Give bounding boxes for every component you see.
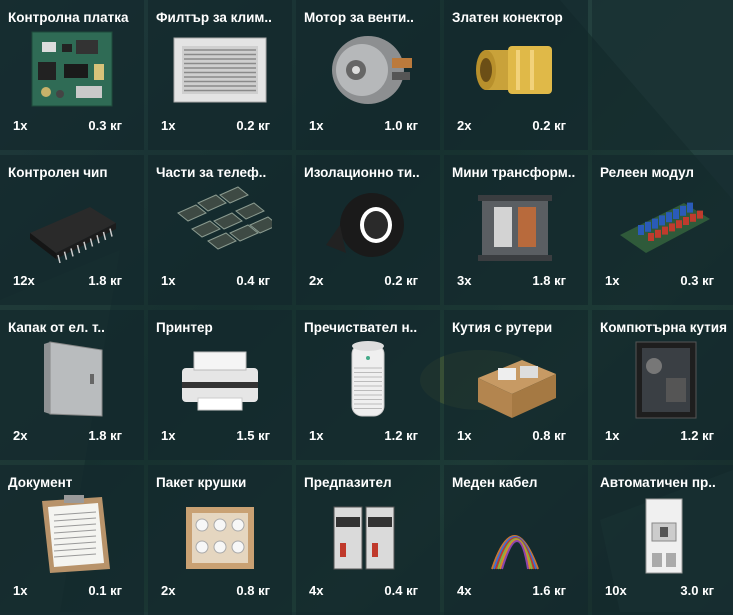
printer-icon	[168, 338, 272, 420]
item-name: Принтер	[156, 320, 213, 335]
item-quantity: 2x	[13, 428, 28, 443]
item-name: Документ	[8, 475, 73, 490]
inventory-slot-empty[interactable]	[592, 0, 733, 150]
item-name: Контролна платка	[8, 10, 129, 25]
item-quantity: 1x	[13, 118, 28, 133]
inventory-slot[interactable]: Мини трансформ.. 3x 1.8 кг	[444, 155, 588, 305]
item-quantity: 1x	[309, 428, 324, 443]
transformer-icon	[464, 183, 568, 265]
item-weight: 3.0 кг	[680, 583, 714, 598]
item-name: Мини трансформ..	[452, 165, 576, 180]
inventory-slot[interactable]: Релеен модул 1x 0.3 кг	[592, 155, 733, 305]
inventory-slot[interactable]: Принтер 1x 1.5 кг	[148, 310, 292, 460]
item-name: Части за телеф..	[156, 165, 267, 180]
inventory-slot[interactable]: Изолационно ти.. 2x 0.2 кг	[296, 155, 440, 305]
inventory-grid: Контролна платка 1x 0.3 кг Филтър за клим…	[0, 0, 733, 615]
item-name: Капак от ел. т..	[8, 320, 105, 335]
inventory-slot[interactable]: Златен конектор 2x 0.2 кг	[444, 0, 588, 150]
item-name: Релеен модул	[600, 165, 695, 180]
item-name: Пакет крушки	[156, 475, 247, 490]
chip-icon	[20, 183, 124, 265]
tape-roll-icon	[316, 183, 420, 265]
item-weight: 0.3 кг	[680, 273, 714, 288]
item-name: Кутия с рутери	[452, 320, 553, 335]
item-weight: 1.8 кг	[532, 273, 566, 288]
item-weight: 1.2 кг	[384, 428, 418, 443]
inventory-slot[interactable]: Капак от ел. т.. 2x 1.8 кг	[0, 310, 144, 460]
item-name: Златен конектор	[452, 10, 563, 25]
item-name: Мотор за венти..	[304, 10, 414, 25]
item-name: Меден кабел	[452, 475, 538, 490]
item-weight: 1.6 кг	[532, 583, 566, 598]
fan-motor-icon	[316, 28, 420, 110]
item-quantity: 1x	[161, 118, 176, 133]
item-name: Предпазител	[304, 475, 392, 490]
item-quantity: 1x	[605, 273, 620, 288]
item-quantity: 10x	[605, 583, 627, 598]
item-quantity: 2x	[309, 273, 324, 288]
inventory-slot[interactable]: Части за телеф.. 1x 0.4 кг	[148, 155, 292, 305]
item-quantity: 1x	[161, 428, 176, 443]
item-weight: 1.8 кг	[88, 273, 122, 288]
inventory-slot[interactable]: Документ 1x 0.1 кг	[0, 465, 144, 615]
item-weight: 0.2 кг	[236, 118, 270, 133]
inventory-slot[interactable]: Кутия с рутери 1x 0.8 кг	[444, 310, 588, 460]
item-quantity: 2x	[457, 118, 472, 133]
item-name: Автоматичен пр..	[600, 475, 716, 490]
item-weight: 0.2 кг	[532, 118, 566, 133]
item-quantity: 1x	[605, 428, 620, 443]
pc-case-icon	[612, 338, 716, 420]
inventory-slot[interactable]: Пречиствател н.. 1x 1.2 кг	[296, 310, 440, 460]
item-quantity: 1x	[161, 273, 176, 288]
inventory-slot[interactable]: Меден кабел 4x 1.6 кг	[444, 465, 588, 615]
item-name: Филтър за клим..	[156, 10, 272, 25]
item-quantity: 1x	[13, 583, 28, 598]
item-weight: 0.1 кг	[88, 583, 122, 598]
inventory-slot[interactable]: Пакет крушки 2x 0.8 кг	[148, 465, 292, 615]
router-box-icon	[464, 338, 568, 420]
item-weight: 1.0 кг	[384, 118, 418, 133]
item-weight: 0.3 кг	[88, 118, 122, 133]
circuit-breaker-icon	[612, 493, 716, 575]
item-name: Изолационно ти..	[304, 165, 420, 180]
item-weight: 0.2 кг	[384, 273, 418, 288]
item-quantity: 12x	[13, 273, 35, 288]
item-quantity: 4x	[457, 583, 472, 598]
item-name: Компютърна кутия	[600, 320, 727, 335]
circuit-board-icon	[20, 28, 124, 110]
air-purifier-icon	[316, 338, 420, 420]
item-weight: 1.8 кг	[88, 428, 122, 443]
item-weight: 0.8 кг	[236, 583, 270, 598]
item-quantity: 4x	[309, 583, 324, 598]
item-weight: 0.8 кг	[532, 428, 566, 443]
clipboard-document-icon	[20, 493, 124, 575]
fuse-icon	[316, 493, 420, 575]
inventory-slot[interactable]: Предпазител 4x 0.4 кг	[296, 465, 440, 615]
gold-connector-icon	[464, 28, 568, 110]
item-weight: 0.4 кг	[384, 583, 418, 598]
item-weight: 1.5 кг	[236, 428, 270, 443]
inventory-slot[interactable]: Мотор за венти.. 1x 1.0 кг	[296, 0, 440, 150]
item-quantity: 1x	[457, 428, 472, 443]
inventory-slot[interactable]: Контролна платка 1x 0.3 кг	[0, 0, 144, 150]
item-name: Контролен чип	[8, 165, 108, 180]
item-quantity: 1x	[309, 118, 324, 133]
inventory-slot[interactable]: Автоматичен пр.. 10x 3.0 кг	[592, 465, 733, 615]
inventory-slot[interactable]: Контролен чип 12x 1.8 кг	[0, 155, 144, 305]
item-weight: 0.4 кг	[236, 273, 270, 288]
item-weight: 1.2 кг	[680, 428, 714, 443]
item-quantity: 2x	[161, 583, 176, 598]
inventory-slot[interactable]: Филтър за клим.. 1x 0.2 кг	[148, 0, 292, 150]
bulb-box-icon	[168, 493, 272, 575]
item-name: Пречиствател н..	[304, 320, 418, 335]
relay-module-icon	[612, 183, 716, 265]
air-filter-icon	[168, 28, 272, 110]
item-quantity: 3x	[457, 273, 472, 288]
inventory-slot[interactable]: Компютърна кутия 1x 1.2 кг	[592, 310, 733, 460]
copper-cable-icon	[464, 493, 568, 575]
phone-parts-icon	[168, 183, 272, 265]
panel-cover-icon	[20, 338, 124, 420]
